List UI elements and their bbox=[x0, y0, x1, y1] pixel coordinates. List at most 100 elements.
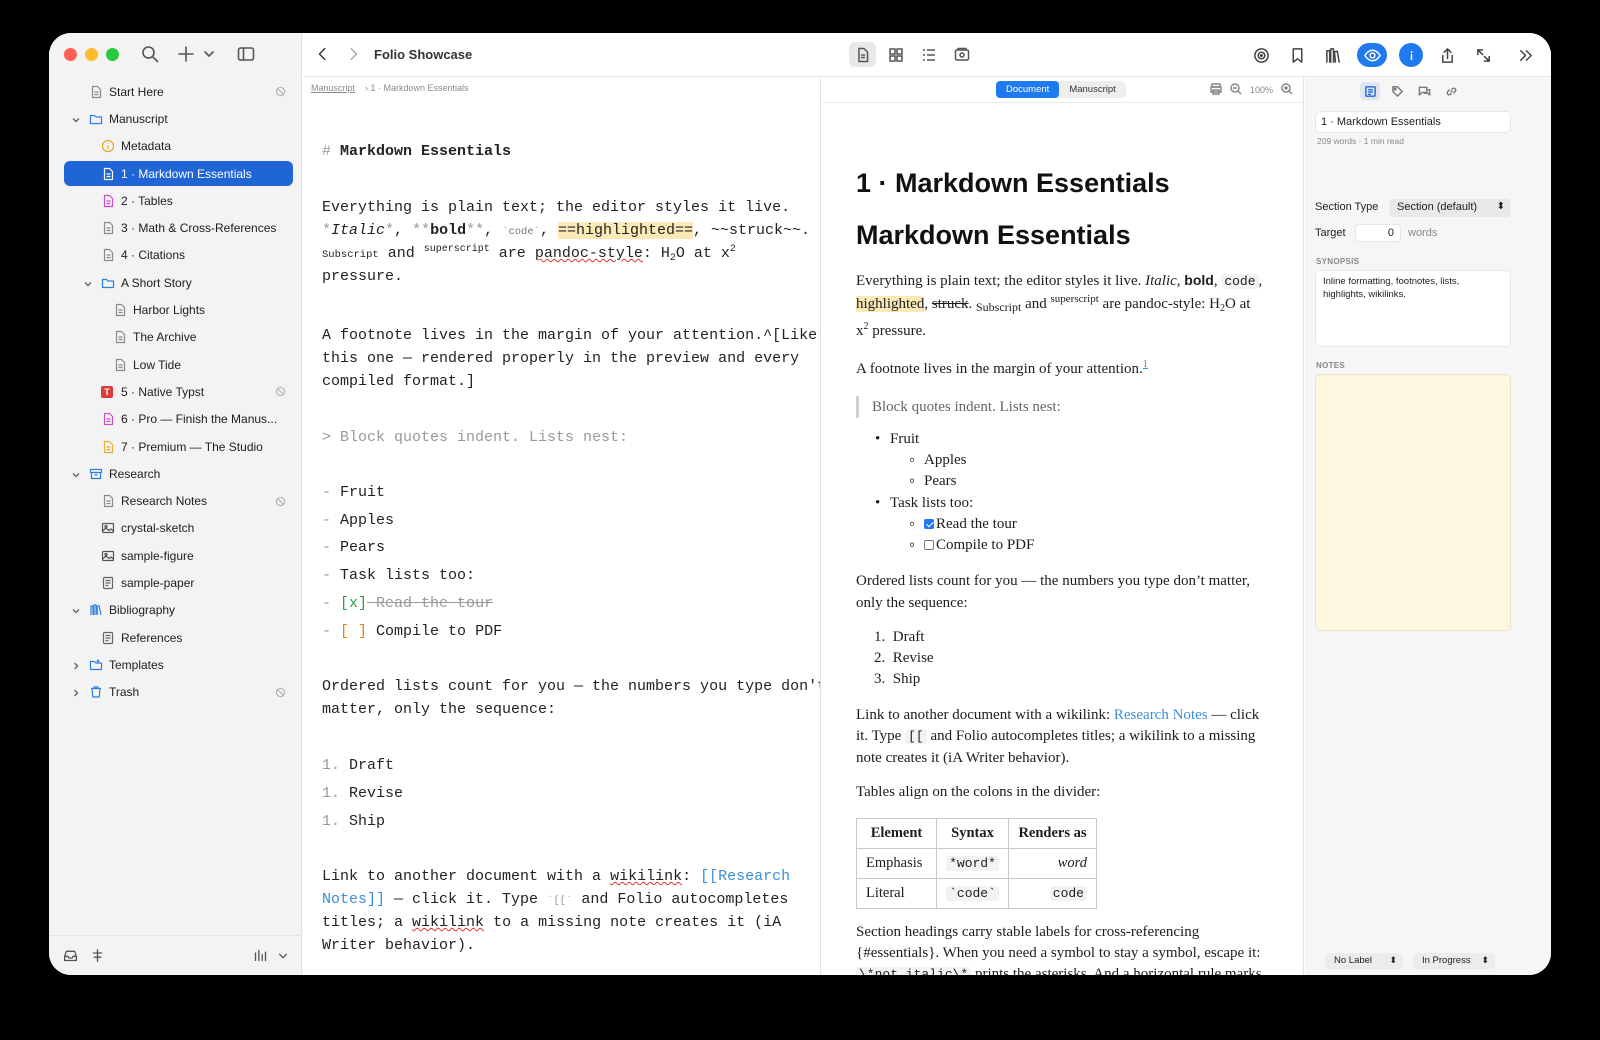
minimize-window-button[interactable] bbox=[85, 48, 98, 61]
notes-field[interactable] bbox=[1315, 374, 1511, 631]
preview-paragraph: Ordered lists count for you — the number… bbox=[856, 573, 1251, 589]
sidebar-item[interactable]: Manuscript bbox=[49, 105, 302, 132]
inbox-icon[interactable] bbox=[63, 948, 78, 963]
table-header: Syntax bbox=[936, 818, 1009, 849]
library-icon[interactable] bbox=[1321, 43, 1345, 67]
app-window: Start Here Manuscript Metadata 1 · Markdown… bbox=[49, 33, 1551, 975]
sidebar-item[interactable]: crystal-sketch bbox=[49, 515, 302, 542]
doc-icon bbox=[101, 167, 115, 181]
task-checkbox-unchecked[interactable] bbox=[924, 540, 934, 550]
sidebar-item[interactable]: Templates bbox=[49, 651, 302, 678]
editor-view-icon[interactable] bbox=[849, 42, 876, 67]
tag-icon[interactable] bbox=[1387, 82, 1407, 100]
zoom-out-icon[interactable] bbox=[1230, 83, 1242, 97]
sidebar-item[interactable]: sample-figure bbox=[49, 542, 302, 569]
sidebar-item[interactable]: Start Here bbox=[49, 78, 302, 105]
status-select[interactable]: In Progress bbox=[1413, 953, 1495, 969]
excluded-icon bbox=[275, 86, 286, 97]
editor-line: pressure. bbox=[322, 268, 404, 285]
chevron-down-icon[interactable] bbox=[71, 469, 81, 479]
chevron-down-icon[interactable] bbox=[278, 951, 288, 961]
preview-paragraph: x2 pressure. bbox=[856, 321, 926, 339]
link-icon[interactable] bbox=[1441, 82, 1461, 100]
grid-view-icon[interactable] bbox=[882, 42, 909, 67]
sidebar-item-label: 4 · Citations bbox=[121, 248, 186, 263]
fullscreen-icon[interactable] bbox=[1471, 43, 1495, 67]
editor-ol-line: 1. Revise bbox=[322, 785, 404, 802]
sidebar-item[interactable]: 4 · Citations bbox=[49, 242, 302, 269]
sidebar-item[interactable]: Metadata bbox=[49, 133, 302, 160]
segment-document[interactable]: Document bbox=[996, 81, 1060, 98]
doc-icon bbox=[113, 330, 127, 344]
corkboard-view-icon[interactable] bbox=[948, 42, 975, 67]
outline-view-icon[interactable] bbox=[915, 42, 942, 67]
label-select[interactable]: No Label bbox=[1325, 953, 1403, 969]
editor-line: titles; a wikilink to a missing note cre… bbox=[322, 914, 782, 931]
stats-icon[interactable] bbox=[253, 948, 268, 963]
chevron-right-icon[interactable] bbox=[71, 687, 81, 697]
sidebar-item-label: 6 · Pro — Finish the Manus... bbox=[121, 412, 278, 427]
task-checkbox-checked[interactable] bbox=[924, 519, 934, 529]
sidebar-item[interactable]: 1 · Markdown Essentials bbox=[49, 160, 302, 187]
editor-line: this one — rendered properly in the prev… bbox=[322, 350, 800, 367]
more-icon[interactable] bbox=[1513, 43, 1537, 67]
print-icon[interactable] bbox=[1210, 83, 1222, 97]
sidebar-item[interactable]: Low Tide bbox=[49, 351, 302, 378]
search-icon[interactable] bbox=[141, 45, 159, 63]
target-input[interactable]: 0 bbox=[1355, 224, 1401, 242]
target-icon[interactable] bbox=[1249, 43, 1273, 67]
synopsis-field[interactable]: Inline formatting, footnotes, lists, hig… bbox=[1315, 270, 1511, 347]
sidebar-item[interactable]: 6 · Pro — Finish the Manus... bbox=[49, 406, 302, 433]
sidebar-item[interactable]: sample-paper bbox=[49, 569, 302, 596]
sidebar-item[interactable]: References bbox=[49, 624, 302, 651]
sidebar-item[interactable]: The Archive bbox=[49, 324, 302, 351]
sidebar-item[interactable]: Research Notes bbox=[49, 487, 302, 514]
chevron-down-icon[interactable] bbox=[71, 114, 81, 124]
sidebar-item[interactable]: T 5 · Native Typst bbox=[49, 378, 302, 405]
sidebar-item[interactable]: Harbor Lights bbox=[49, 296, 302, 323]
sidebar-toolbar bbox=[141, 45, 255, 63]
back-icon[interactable] bbox=[315, 46, 331, 62]
doc-pink-icon bbox=[101, 194, 115, 208]
table-cell: Emphasis bbox=[856, 848, 937, 879]
footnote-link[interactable]: 1 bbox=[1143, 359, 1148, 370]
image-icon bbox=[101, 521, 115, 535]
zoom-window-button[interactable] bbox=[106, 48, 119, 61]
sidebar-item[interactable]: A Short Story bbox=[49, 269, 302, 296]
chevron-down-icon[interactable] bbox=[203, 45, 215, 63]
sidebar-item[interactable]: 3 · Math & Cross-References bbox=[49, 214, 302, 241]
chevron-down-icon[interactable] bbox=[83, 278, 93, 288]
document-title-field[interactable]: 1 · Markdown Essentials bbox=[1315, 111, 1511, 133]
section-type-select[interactable]: Section (default) bbox=[1389, 199, 1511, 217]
editor-line: Subscript and superscript are pandoc-sty… bbox=[322, 244, 736, 264]
sidebar-toggle-icon[interactable] bbox=[237, 45, 255, 63]
sidebar-item-label: 7 · Premium — The Studio bbox=[121, 439, 263, 454]
preview-toggle-icon[interactable] bbox=[1357, 43, 1387, 67]
bookmark-icon[interactable] bbox=[1285, 43, 1309, 67]
sidebar-item[interactable]: Research bbox=[49, 460, 302, 487]
wikilink[interactable]: Research Notes bbox=[1114, 707, 1208, 723]
comments-icon[interactable] bbox=[1414, 82, 1434, 100]
chevron-down-icon[interactable] bbox=[71, 605, 81, 615]
preview-ol-item: 2. Revise bbox=[874, 650, 934, 666]
document-info-icon[interactable] bbox=[1360, 82, 1380, 100]
chevron-right-icon[interactable] bbox=[71, 660, 81, 670]
sidebar-item[interactable]: Trash bbox=[49, 679, 302, 706]
forward-icon[interactable] bbox=[345, 46, 361, 62]
sidebar-item-label: 5 · Native Typst bbox=[121, 384, 205, 399]
sidebar-item[interactable]: Bibliography bbox=[49, 597, 302, 624]
close-window-button[interactable] bbox=[64, 48, 77, 61]
pdf-icon bbox=[101, 576, 115, 590]
sidebar-item[interactable]: 7 · Premium — The Studio bbox=[49, 433, 302, 460]
split-icon[interactable] bbox=[90, 948, 105, 963]
inspector-toggle-icon[interactable] bbox=[1399, 43, 1423, 67]
preview-paragraph: A footnote lives in the margin of your a… bbox=[856, 359, 1148, 377]
add-icon[interactable] bbox=[177, 45, 195, 63]
share-icon[interactable] bbox=[1435, 43, 1459, 67]
sidebar-item[interactable]: 2 · Tables bbox=[49, 187, 302, 214]
zoom-in-icon[interactable] bbox=[1281, 83, 1293, 97]
breadcrumb-root[interactable]: Manuscript bbox=[311, 83, 355, 93]
editor-task-line: - [ ] Compile to PDF bbox=[322, 623, 503, 640]
markdown-editor[interactable]: Manuscript › 1 · Markdown Essentials # M… bbox=[303, 77, 821, 975]
segment-manuscript[interactable]: Manuscript bbox=[1059, 81, 1125, 98]
